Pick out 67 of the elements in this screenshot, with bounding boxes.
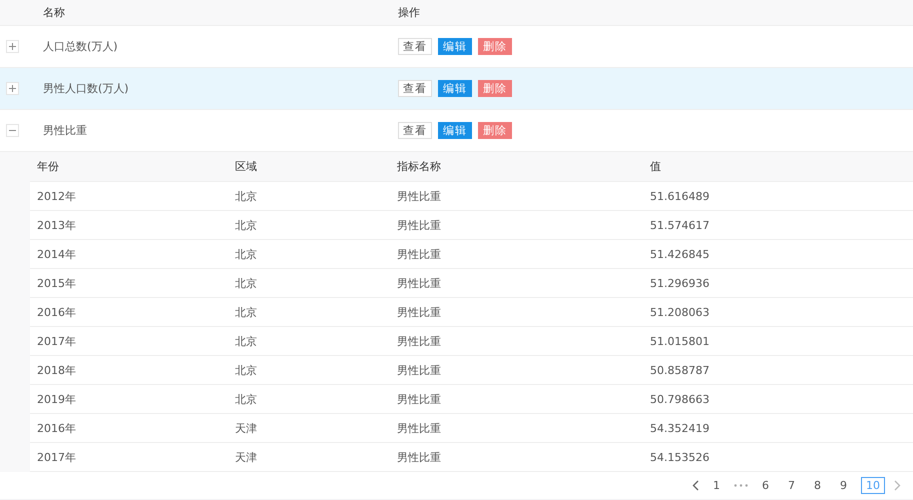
table-cell-text: 北京 [235,218,258,232]
table-cell-text: 男性比重 [397,276,442,290]
table-row[interactable]: 男性人口数(万人) 查看 编辑 删除 [0,68,913,110]
table-cell-text: 男性比重 [397,188,442,204]
table-cell-text: 男性比重 [397,246,442,262]
column-header: 操作 [398,5,420,20]
page-button[interactable]: 6 [757,477,774,494]
table-cell-text: 2014年 [36,246,77,262]
page-button[interactable]: 1 [708,477,725,494]
table-cell-text: 54.352419 [650,422,710,434]
table-cell-text: 北京 [235,188,258,204]
column-header: 值 [650,159,662,174]
table-cell-text: 北京 [235,334,258,348]
previous-icon[interactable] [692,480,699,491]
table-cell-text: 2015年 [36,276,77,290]
table-cell-text: 2013年 [36,218,77,232]
table-cell: 人口总数(万人) [43,40,118,53]
table-cell-text: 男性比重 [397,218,442,232]
table-cell-text: 50.798663 [650,392,710,406]
view-button[interactable]: 查看 [398,80,432,97]
table-cell-text: 54.153526 [650,450,710,464]
table-cell-text: 51.616489 [650,190,710,202]
table-cell-text: 男性比重 [397,392,442,406]
table-cell-text: 51.574617 [650,218,710,232]
table-cell: 男性比重 [43,124,87,137]
column-header: 指标名称 [397,159,442,174]
column-header: 区域 [235,159,258,174]
table-cell-text: 2017年 [36,450,77,464]
table-cell-text: 男性比重 [397,304,442,320]
table-cell-text: 50.858787 [650,364,710,376]
table-cell-text: 北京 [235,362,258,378]
next-icon[interactable] [894,480,901,491]
table-cell-text: 2012年 [36,188,77,204]
expand-button[interactable] [6,124,19,137]
table-cell-text: 男性比重 [397,450,442,464]
page-button[interactable]: 7 [783,477,800,494]
table-cell-text: 2017年 [36,334,77,348]
table-cell-text: 北京 [235,276,258,290]
table-cell-text: 51.208063 [650,306,710,318]
table-cell-text: 男性比重 [397,334,442,348]
table-cell-text: 2016年 [36,420,77,436]
table-cell-text: 男性比重 [397,420,442,436]
column-header: 年份 [36,159,60,174]
table-cell-text: 51.296936 [650,276,710,290]
table-cell-text: 男性比重 [397,362,442,378]
view-button[interactable]: 查看 [398,122,432,139]
expand-button[interactable] [6,82,19,95]
minus-icon [9,127,16,134]
table-cell-text: 2016年 [36,304,77,320]
page-button[interactable]: 9 [835,477,852,494]
plus-icon [9,85,16,92]
view-button[interactable]: 查看 [398,38,432,55]
table-cell-text: 51.426845 [650,248,710,260]
table-cell-text: 北京 [235,304,258,320]
ellipsis-icon[interactable] [734,484,748,487]
table-cell: 男性人口数(万人) [43,82,129,95]
table-cell-text: 2018年 [36,362,77,378]
table-cell-text: 北京 [235,392,258,406]
table-cell-text: 天津 [235,450,258,464]
table-cell-text: 北京 [235,246,258,262]
table-cell-text: 2019年 [36,392,77,406]
plus-icon [9,43,16,50]
column-header: 名称 [43,6,65,19]
expand-button[interactable] [6,40,19,53]
page-button[interactable]: 8 [809,477,826,494]
table-cell-text: 51.015801 [650,334,710,348]
table-cell-text: 天津 [235,420,258,436]
